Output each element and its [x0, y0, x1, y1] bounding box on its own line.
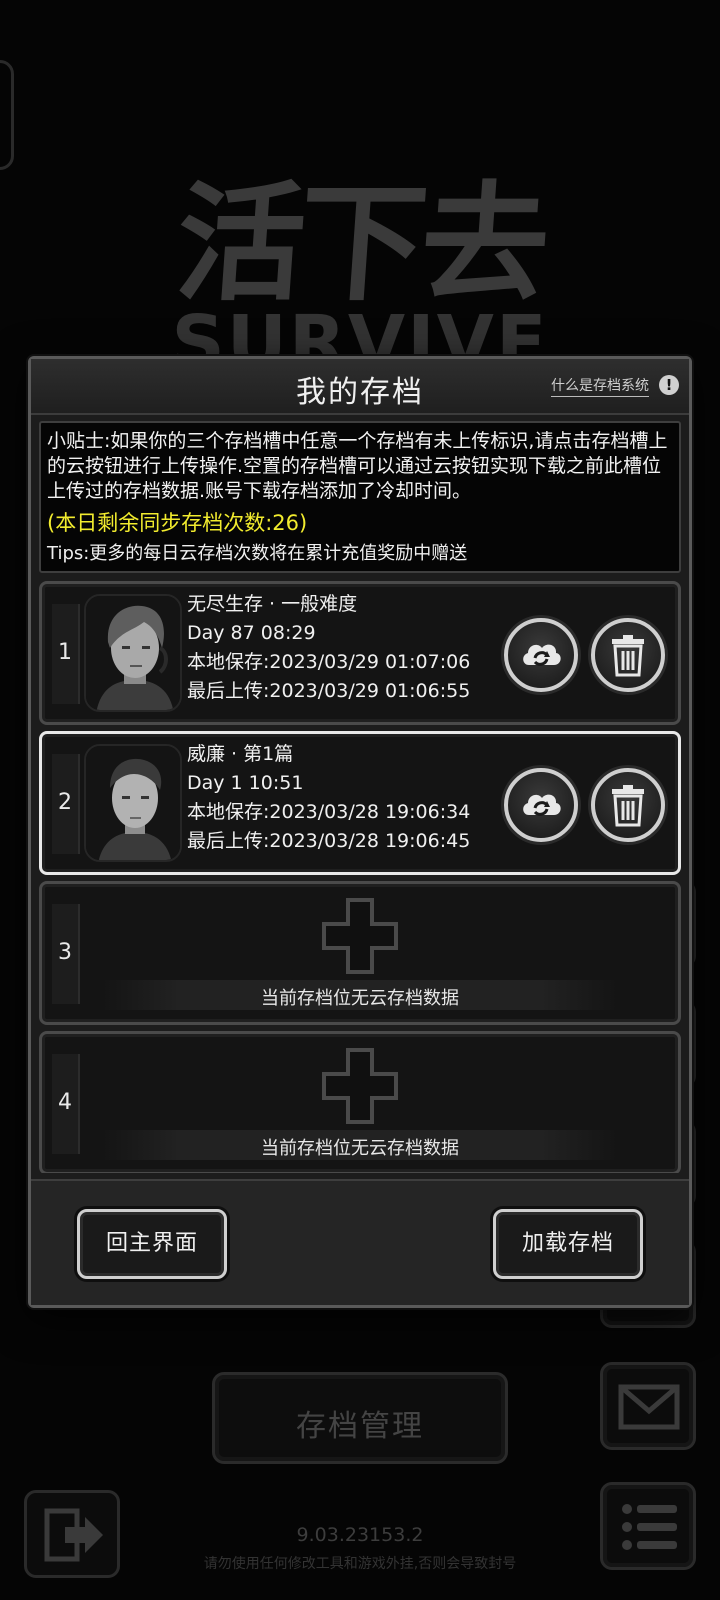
save-dialog: 我的存档 什么是存档系统 ! 小贴士:如果你的三个存档槽中任意一个存档有未上传标… — [28, 356, 692, 1308]
save-slot-2[interactable]: 2 威廉 · 第1篇 Day 1 10:51 本地保存:2023/03/28 1… — [39, 731, 681, 875]
slot-day-time: Day 87 08:29 — [187, 622, 316, 644]
slot-index: 1 — [52, 604, 80, 704]
what-is-save-system-link[interactable]: 什么是存档系统 — [551, 375, 649, 397]
character-avatar — [84, 744, 182, 862]
slot-local-save: 本地保存:2023/03/28 19:06:34 — [187, 801, 471, 823]
mail-icon — [618, 1384, 680, 1430]
save-management-button[interactable]: 存档管理 — [212, 1372, 508, 1464]
game-logo: 活下去 — [171, 169, 549, 319]
slot-last-upload: 最后上传:2023/03/29 01:06:55 — [187, 680, 471, 702]
character-avatar — [84, 594, 182, 712]
trash-icon — [612, 635, 644, 677]
load-save-button[interactable]: 加载存档 — [493, 1209, 643, 1279]
slot-day-time: Day 1 10:51 — [187, 772, 304, 794]
empty-slot-label: 当前存档位无云存档数据 — [261, 1138, 459, 1159]
plus-icon[interactable] — [320, 1046, 400, 1126]
sync-count-text: (本日剩余同步存档次数:26) — [47, 511, 308, 535]
slot-index: 2 — [52, 754, 80, 854]
trash-icon — [612, 785, 644, 827]
save-slot-4[interactable]: 4 当前存档位无云存档数据 — [39, 1031, 681, 1173]
slot-info: 无尽生存 · 一般难度 Day 87 08:29 本地保存:2023/03/29… — [187, 590, 470, 706]
main-menu-button[interactable]: 回主界面 — [77, 1209, 227, 1279]
cloud-sync-icon — [523, 794, 561, 816]
delete-save-button[interactable] — [591, 618, 665, 692]
slot-info: 威廉 · 第1篇 Day 1 10:51 本地保存:2023/03/28 19:… — [187, 740, 470, 856]
mail-button[interactable] — [600, 1362, 696, 1450]
save-slot-3[interactable]: 3 当前存档位无云存档数据 — [39, 881, 681, 1025]
dialog-header: 我的存档 什么是存档系统 ! — [31, 359, 689, 415]
anti-cheat-warning: 请勿使用任何修改工具和游戏外挂,否则会导致封号 — [203, 1556, 517, 1572]
save-slot-1[interactable]: 1 无尽生存 · 一般难度 Day 87 08:29 本地保存:2023/03/… — [39, 581, 681, 725]
slot-mode: 无尽生存 · 一般难度 — [187, 593, 358, 615]
slot-local-save: 本地保存:2023/03/29 01:07:06 — [187, 651, 471, 673]
version-label: 9.03.23153.2 — [296, 1524, 424, 1546]
tip-box: 小贴士:如果你的三个存档槽中任意一个存档有未上传标识,请点击存档槽上的云按钮进行… — [39, 421, 681, 573]
save-management-label: 存档管理 — [296, 1409, 424, 1444]
tip-text: 小贴士:如果你的三个存档槽中任意一个存档有未上传标识,请点击存档槽上的云按钮进行… — [47, 430, 668, 502]
cloud-sync-icon — [523, 644, 561, 666]
slot-mode: 威廉 · 第1篇 — [187, 743, 294, 765]
tips-extra-text: Tips:更多的每日云存档次数将在累计充值奖励中赠送 — [47, 543, 468, 564]
slot-last-upload: 最后上传:2023/03/28 19:06:45 — [187, 830, 471, 852]
cloud-sync-button[interactable] — [504, 618, 578, 692]
background-left-panel — [0, 60, 14, 170]
save-slot-list[interactable]: 1 无尽生存 · 一般难度 Day 87 08:29 本地保存:2023/03/… — [39, 581, 681, 1173]
empty-slot-label: 当前存档位无云存档数据 — [261, 988, 459, 1009]
cloud-sync-button[interactable] — [504, 768, 578, 842]
delete-save-button[interactable] — [591, 768, 665, 842]
dialog-footer: 回主界面 加载存档 — [31, 1179, 689, 1305]
info-icon[interactable]: ! — [659, 375, 679, 395]
plus-icon[interactable] — [320, 896, 400, 976]
